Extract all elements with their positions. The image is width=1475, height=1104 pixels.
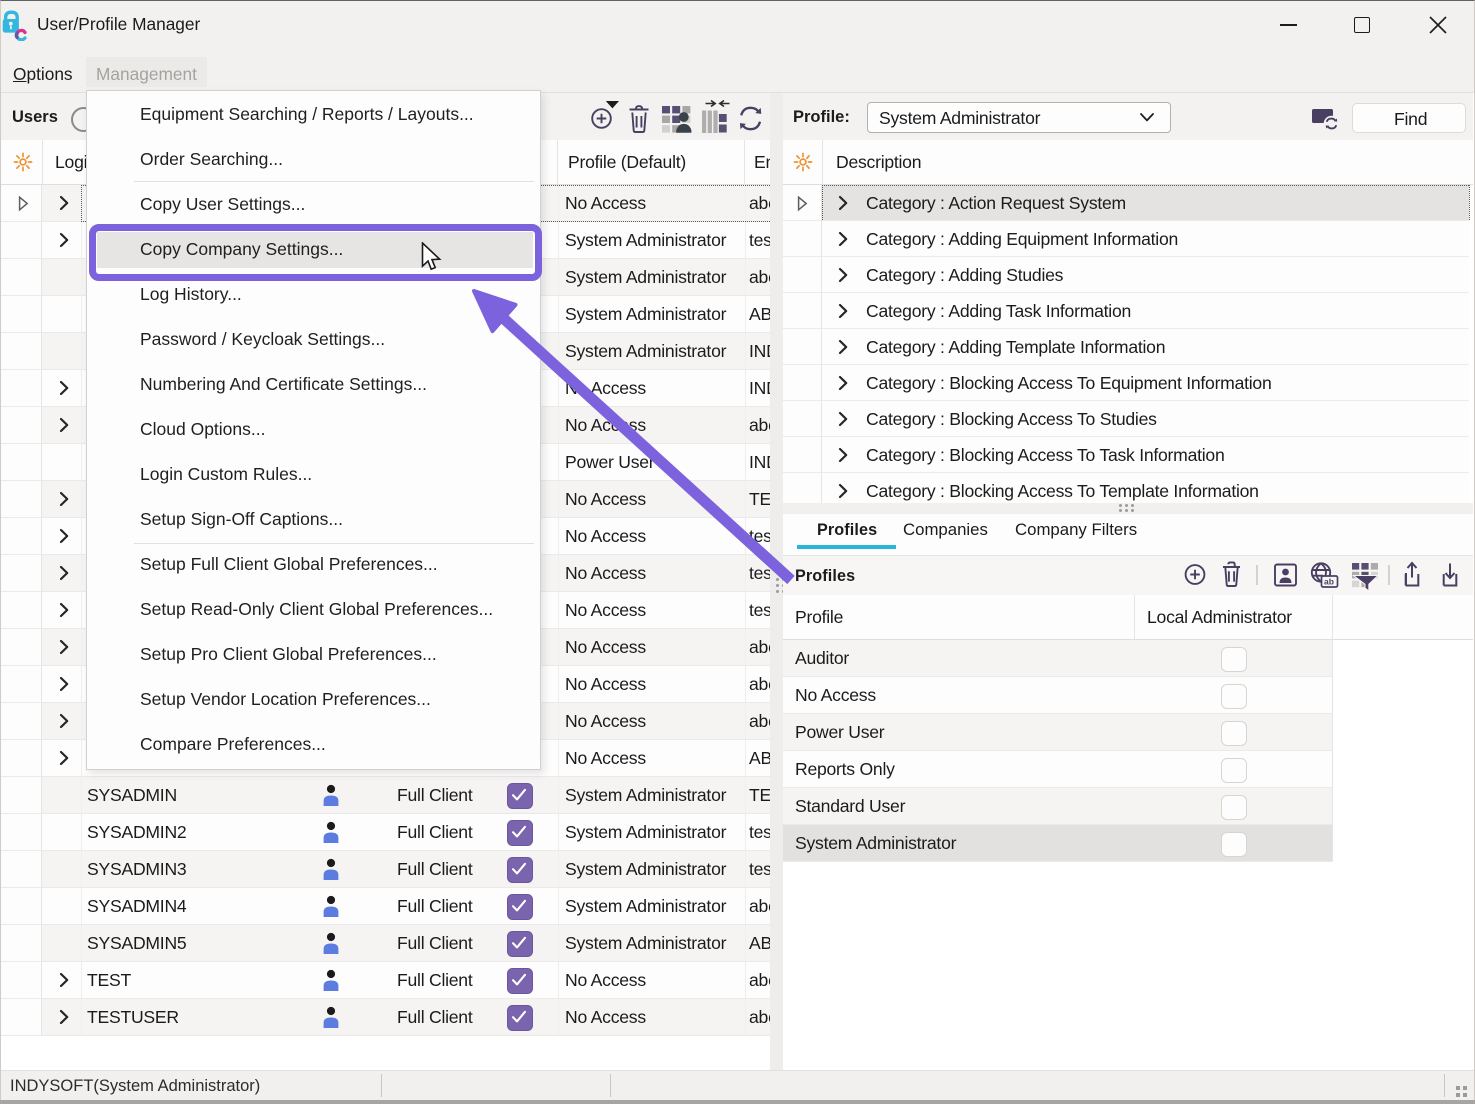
svg-text:ab: ab	[1324, 577, 1334, 587]
